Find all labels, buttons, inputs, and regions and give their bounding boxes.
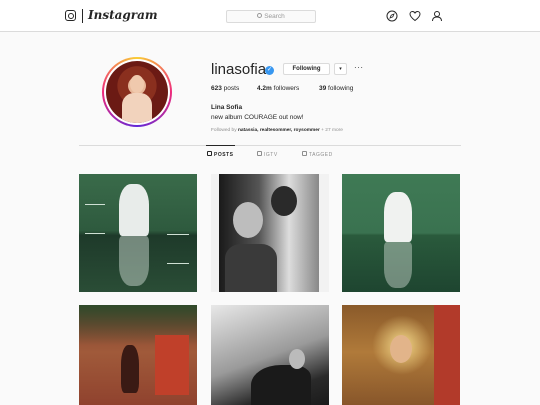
- following-count[interactable]: 39 following: [319, 85, 353, 92]
- following-button[interactable]: Following: [283, 63, 330, 75]
- heart-icon[interactable]: [409, 10, 421, 22]
- post-thumbnail[interactable]: [79, 305, 197, 405]
- tabs-divider: [79, 145, 461, 146]
- tag-icon: [302, 151, 307, 157]
- grid-icon: [207, 151, 212, 157]
- post-thumbnail[interactable]: [211, 305, 329, 405]
- profile-full-name: Lina Sofia: [211, 104, 243, 111]
- tab-igtv[interactable]: IGTV: [257, 151, 278, 158]
- instagram-wordmark[interactable]: Instagram: [88, 8, 158, 22]
- post-thumbnail[interactable]: [79, 174, 197, 292]
- followers-count[interactable]: 4.2m followers: [257, 85, 299, 92]
- more-options-icon[interactable]: ···: [354, 63, 364, 73]
- tab-tagged[interactable]: TAGGED: [302, 151, 333, 158]
- avatar-photo: [106, 61, 168, 123]
- compass-icon[interactable]: [386, 10, 398, 22]
- post-thumbnail[interactable]: [342, 174, 460, 292]
- posts-count: 623 posts: [211, 85, 240, 92]
- search-input[interactable]: Search: [226, 10, 316, 23]
- tab-posts[interactable]: POSTS: [207, 151, 233, 158]
- profile-avatar[interactable]: [102, 57, 172, 127]
- active-tab-indicator: [206, 145, 235, 146]
- post-thumbnail[interactable]: [342, 305, 460, 405]
- profile-username: linasofia: [211, 61, 267, 78]
- post-thumbnail[interactable]: [211, 174, 329, 292]
- top-navigation-bar: Instagram Search: [0, 0, 540, 32]
- profile-bio: new album COURAGE out now!: [211, 114, 304, 121]
- search-placeholder: Search: [264, 13, 285, 20]
- followed-by-text[interactable]: Followed by natassia, realtesommer, roys…: [211, 128, 343, 133]
- verified-badge-icon: ✓: [265, 66, 274, 75]
- logo-divider: [82, 9, 83, 23]
- follow-dropdown-button[interactable]: ▾: [334, 63, 347, 75]
- search-icon: [257, 12, 263, 18]
- followed-by-names: natassia, realtesommer, roysommer: [237, 128, 320, 133]
- igtv-icon: [257, 151, 262, 157]
- instagram-glyph-icon[interactable]: [65, 10, 76, 21]
- user-icon[interactable]: [431, 10, 443, 22]
